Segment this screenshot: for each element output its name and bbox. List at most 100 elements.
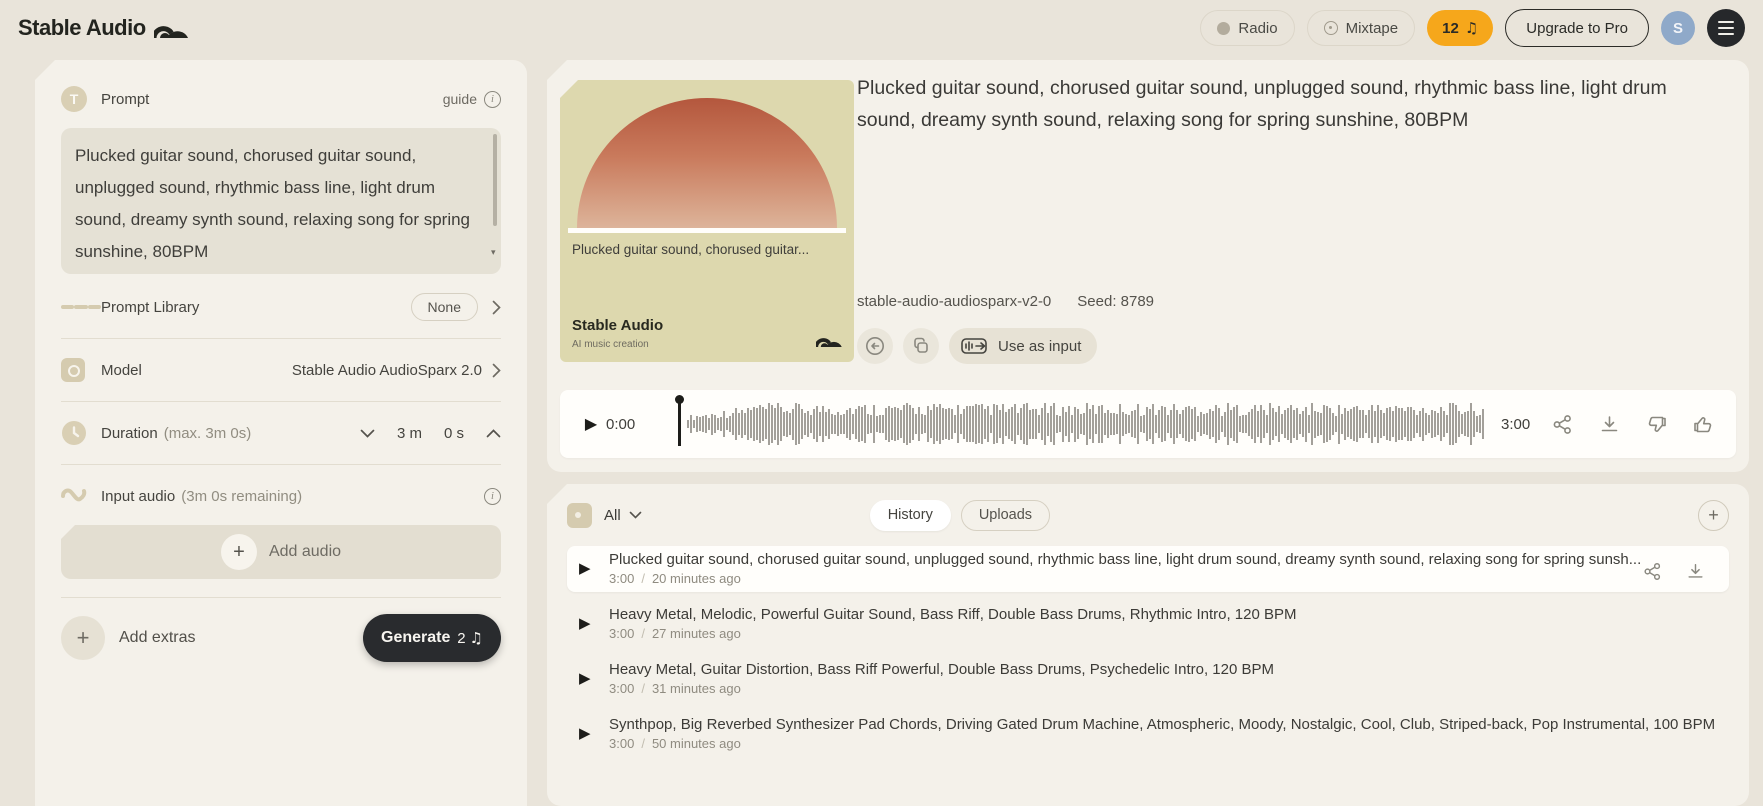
generate-button[interactable]: Generate 2 ♫ <box>363 614 501 662</box>
add-button[interactable]: + <box>1698 499 1730 531</box>
track-row-title: Heavy Metal, Melodic, Powerful Guitar So… <box>609 606 1297 623</box>
prompt-header-row: T Prompt guide i <box>61 82 501 116</box>
download-icon[interactable] <box>1686 562 1705 581</box>
meta-separator: / <box>641 626 645 641</box>
duration-label: Duration <box>101 424 158 442</box>
brand-logo[interactable]: Stable Audio <box>18 15 188 41</box>
waveform[interactable] <box>687 401 1487 447</box>
add-extras-label: Add extras <box>119 629 196 646</box>
prompt-guide-link[interactable]: guide i <box>442 90 501 108</box>
prompt-label: Prompt <box>101 90 150 108</box>
seed-value: Seed: 8789 <box>1077 293 1155 310</box>
total-time: 3:00 <box>1501 415 1531 433</box>
audio-player: ▶ 0:00 3:00 <box>560 390 1737 458</box>
current-track-panel: Plucked guitar sound, chorused guitar...… <box>547 60 1750 472</box>
info-icon[interactable]: i <box>484 487 501 505</box>
chevron-down-icon <box>629 511 641 519</box>
track-row-title: Heavy Metal, Guitar Distortion, Bass Rif… <box>609 661 1274 678</box>
track-row[interactable]: ▶ Plucked guitar sound, chorused guitar … <box>567 546 1730 592</box>
guide-label: guide <box>442 91 477 107</box>
album-art[interactable]: Plucked guitar sound, chorused guitar...… <box>560 80 854 362</box>
track-row[interactable]: ▶ Heavy Metal, Guitar Distortion, Bass R… <box>567 656 1729 702</box>
thumbs-up-icon[interactable] <box>1693 414 1714 435</box>
track-duration: 3:00 <box>609 736 635 751</box>
credits-badge[interactable]: 12 ♫ <box>1427 10 1494 46</box>
generate-label: Generate <box>381 629 451 646</box>
footer-row: + Add extras Generate 2 ♫ <box>61 614 501 662</box>
track-timestamp: 20 minutes ago <box>651 571 741 586</box>
track-row-title: Synthpop, Big Reverbed Synthesizer Pad C… <box>609 716 1716 733</box>
input-audio-icon <box>61 485 101 507</box>
play-icon[interactable]: ▶ <box>579 661 609 702</box>
model-row[interactable]: Model Stable Audio AudioSparx 2.0 <box>61 353 501 387</box>
clock-icon <box>61 420 101 446</box>
play-icon[interactable]: ▶ <box>579 551 609 592</box>
divider <box>61 597 501 598</box>
track-timestamp: 27 minutes ago <box>651 626 741 641</box>
playhead[interactable] <box>675 395 684 446</box>
add-audio-button[interactable]: + Add audio <box>61 525 501 579</box>
duration-increase-icon[interactable] <box>486 428 501 438</box>
add-extras-icon[interactable]: + <box>61 616 105 660</box>
track-row[interactable]: ▶ Heavy Metal, Melodic, Powerful Guitar … <box>567 601 1729 647</box>
hamburger-menu-button[interactable] <box>1707 9 1745 47</box>
info-icon: i <box>484 90 501 108</box>
credits-count: 12 <box>1442 19 1459 37</box>
divider <box>61 401 501 402</box>
share-icon[interactable] <box>1552 414 1573 435</box>
current-time: 0:00 <box>606 415 636 433</box>
model-value: Stable Audio AudioSparx 2.0 <box>291 361 482 379</box>
prompt-input[interactable]: Plucked guitar sound, chorused guitar so… <box>61 128 501 274</box>
prompt-library-icon <box>61 302 101 312</box>
play-icon[interactable]: ▶ <box>579 716 609 757</box>
main-content: Plucked guitar sound, chorused guitar...… <box>547 60 1750 806</box>
prompt-library-label: Prompt Library <box>101 298 200 316</box>
meta-separator: / <box>641 571 645 586</box>
duration-decrease-icon[interactable] <box>360 429 375 438</box>
track-meta: stable-audio-audiosparx-v2-0 Seed: 8789 <box>857 293 1154 310</box>
use-as-input-icon <box>961 337 989 355</box>
tab-uploads[interactable]: Uploads <box>960 499 1051 531</box>
input-audio-label: Input audio <box>101 487 176 505</box>
revert-button[interactable] <box>857 328 893 364</box>
header-actions: Radio Mixtape 12 ♫ Upgrade to Pro S <box>1200 9 1745 47</box>
tab-history[interactable]: History <box>869 499 951 531</box>
copy-button[interactable] <box>903 328 939 364</box>
track-row[interactable]: ▶ Synthpop, Big Reverbed Synthesizer Pad… <box>567 711 1729 757</box>
track-duration: 3:00 <box>609 571 635 586</box>
track-timestamp: 50 minutes ago <box>651 736 741 751</box>
prompt-t-icon: T <box>61 86 87 112</box>
mixtape-button[interactable]: Mixtape <box>1306 10 1416 46</box>
radio-icon <box>1217 21 1231 35</box>
play-icon[interactable]: ▶ <box>579 606 609 647</box>
divider <box>61 338 501 339</box>
prompt-library-row[interactable]: Prompt Library None <box>61 290 501 324</box>
duration-minutes[interactable]: 3 m <box>397 425 422 442</box>
filter-dropdown[interactable]: All <box>604 507 642 524</box>
prompt-scrollbar[interactable]: ▾ <box>491 134 498 268</box>
avatar[interactable]: S <box>1661 11 1695 45</box>
track-duration: 3:00 <box>609 681 635 696</box>
radio-label: Radio <box>1238 19 1278 37</box>
duration-seconds[interactable]: 0 s <box>444 425 464 442</box>
track-row-meta: 3:00 / 50 minutes ago <box>609 736 1715 751</box>
thumbs-down-icon[interactable] <box>1646 414 1667 435</box>
filter-label: All <box>604 506 621 524</box>
prompt-library-value[interactable]: None <box>410 293 478 321</box>
plus-icon: + <box>220 534 257 570</box>
prompt-text: Plucked guitar sound, chorused guitar so… <box>75 146 471 261</box>
share-icon[interactable] <box>1643 562 1662 581</box>
download-icon[interactable] <box>1599 414 1620 435</box>
track-actions: Use as input <box>857 328 1098 364</box>
scroll-down-icon: ▾ <box>491 247 496 257</box>
upgrade-to-pro-button[interactable]: Upgrade to Pro <box>1505 9 1649 47</box>
track-timestamp: 31 minutes ago <box>651 681 741 696</box>
play-button[interactable]: ▶ <box>576 414 606 434</box>
album-art-brand: Stable Audio <box>572 317 664 334</box>
divider <box>61 464 501 465</box>
radio-button[interactable]: Radio <box>1200 10 1295 46</box>
library-panel: All History Uploads + ▶ Plucked guitar s… <box>547 484 1750 806</box>
use-as-input-button[interactable]: Use as input <box>949 328 1098 364</box>
model-id: stable-audio-audiosparx-v2-0 <box>857 293 1052 310</box>
album-art-dome <box>577 98 837 228</box>
